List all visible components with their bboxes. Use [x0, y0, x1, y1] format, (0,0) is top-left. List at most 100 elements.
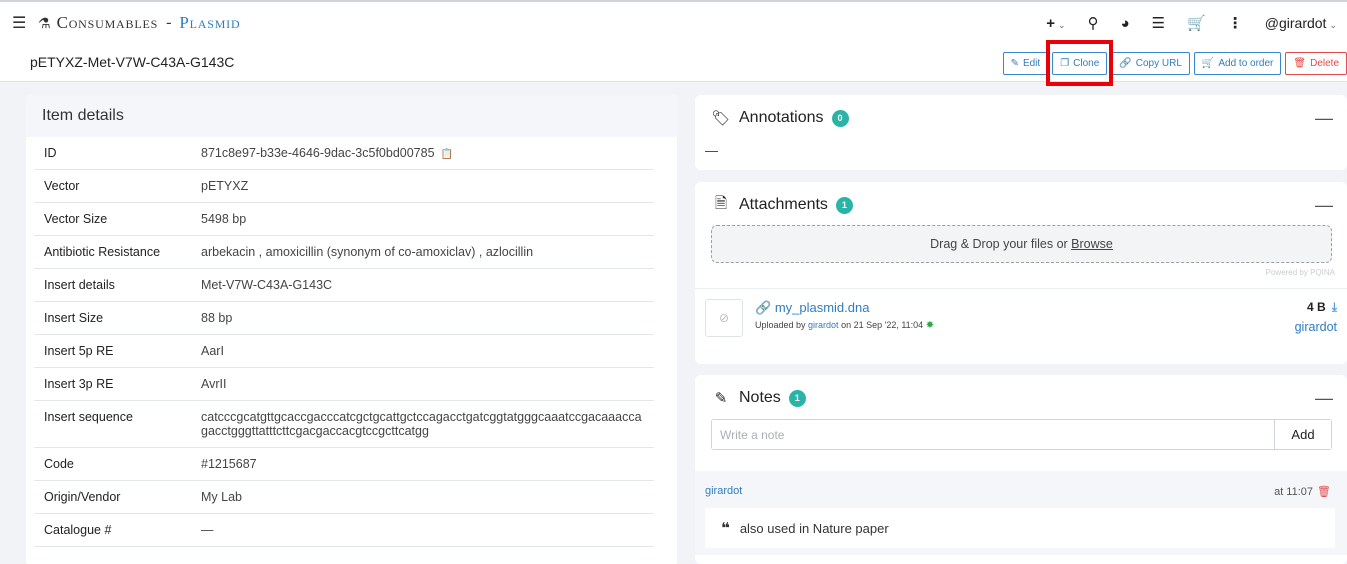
file-name: my_plasmid.dna: [774, 300, 870, 315]
trash-icon: 🗑: [1293, 58, 1307, 69]
status-dot-icon: ✸: [925, 320, 935, 331]
pie-chart-icon[interactable]: ◕: [1121, 15, 1130, 32]
details-label: Vector: [34, 169, 191, 203]
details-row: ID 871c8e97-b33e-4646-9dac-3c5f0bd00785 📋: [34, 137, 654, 170]
details-label: Insert 3p RE: [34, 367, 191, 401]
details-label: Antibiotic Resistance: [34, 235, 191, 269]
details-label: Vector Size: [34, 202, 191, 236]
note-body: ❝ also used in Nature paper: [705, 508, 1335, 548]
details-value-text: —: [201, 523, 214, 537]
details-label: Catalogue #: [34, 513, 191, 547]
cart-icon[interactable]: 🛒: [1187, 14, 1206, 32]
plus-icon: +: [1046, 14, 1056, 32]
cart-icon: 🛒: [1201, 58, 1215, 69]
attachments-panel: 🗎 Attachments 1 — Drag & Drop your files…: [695, 182, 1347, 364]
flask-icon: ⚗: [38, 14, 51, 31]
delete-label: Delete: [1310, 58, 1339, 69]
quote-icon: ❝: [721, 520, 730, 537]
hamburger-icon[interactable]: ☰: [12, 13, 28, 33]
file-icon: 🗎: [714, 194, 728, 212]
link-icon: 🔗: [1119, 58, 1132, 69]
details-value: pETYXZ: [191, 169, 654, 203]
add-to-order-label: Add to order: [1218, 58, 1274, 69]
details-value: arbekacin , amoxicillin (synonym of co-a…: [191, 235, 654, 269]
attachment-item: ⊘ 🔗 my_plasmid.dna Uploaded by girardot …: [695, 288, 1347, 348]
note-time: at 11:07 🗑: [1274, 485, 1331, 498]
link-icon: 🔗: [755, 300, 775, 315]
notes-title: Notes: [739, 389, 781, 406]
file-link[interactable]: 🔗 my_plasmid.dna: [755, 300, 869, 316]
annotations-title: Annotations: [739, 109, 824, 126]
attachments-count-badge: 1: [835, 196, 853, 214]
details-value: 88 bp: [191, 301, 654, 335]
edit-label: Edit: [1022, 58, 1041, 69]
username: @girardot: [1264, 15, 1327, 31]
notes-header: ✎ Notes 1 —: [695, 375, 1347, 421]
browse-link[interactable]: Browse: [1071, 237, 1113, 251]
chevron-down-icon: ⌄: [1329, 20, 1337, 30]
details-value: catcccgcatgttgcaccgacccatcgctgcattgctcca…: [191, 400, 654, 448]
clipboard-icon[interactable]: 📋: [441, 149, 453, 160]
page-title: pETYXZ-Met-V7W-C43A-G143C: [30, 54, 235, 70]
details-value-text: arbekacin , amoxicillin (synonym of co-a…: [201, 245, 534, 259]
item-header: pETYXZ-Met-V7W-C43A-G143C ✎ Edit ❐ Clone 🔗…: [0, 44, 1347, 82]
details-label: Insert details: [34, 268, 191, 302]
uploader-link[interactable]: girardot: [808, 320, 839, 330]
trash-icon[interactable]: 🗑: [1317, 486, 1331, 498]
add-note-button[interactable]: Add: [1274, 420, 1331, 449]
more-options-icon[interactable]: ⋮: [1228, 14, 1243, 32]
top-navbar: ☰ ⚗ Consumables - Plasmid + ⌄ ⚲ ◕ ☰ 🛒 ⋮ @…: [0, 0, 1347, 44]
details-row: Vector Size 5498 bp: [34, 202, 654, 236]
details-value: AarI: [191, 334, 654, 368]
details-table: ID 871c8e97-b33e-4646-9dac-3c5f0bd00785 📋 V…: [34, 137, 654, 547]
details-value-text: My Lab: [201, 490, 242, 504]
details-value: AvrII: [191, 367, 654, 401]
annotations-count-badge: 0: [831, 109, 849, 127]
details-label: Origin/Vendor: [34, 480, 191, 514]
edit-button[interactable]: ✎ Edit: [1002, 52, 1049, 75]
details-value-text: #1215687: [201, 457, 257, 471]
add-to-order-button[interactable]: 🛒 Add to order: [1193, 52, 1282, 75]
uploaded-date: on 21 Sep '22, 11:04: [838, 320, 924, 330]
add-menu[interactable]: + ⌄: [1046, 15, 1065, 32]
annotations-empty: —: [705, 143, 718, 158]
file-size: 4 B ⤓: [1307, 300, 1337, 315]
navbar-actions: + ⌄ ⚲ ◕ ☰ 🛒 ⋮ @girardot ⌄: [1046, 2, 1337, 44]
details-row: Insert details Met-V7W-C43A-G143C: [34, 268, 654, 302]
details-row: Insert Size 88 bp: [34, 301, 654, 335]
collapse-button[interactable]: —: [1315, 388, 1333, 409]
details-value: My Lab: [191, 480, 654, 514]
details-row: Insert sequence catcccgcatgttgcaccgacccat…: [34, 400, 654, 448]
note-author-link[interactable]: girardot: [705, 485, 742, 497]
tags-icon: 🏷: [711, 110, 731, 127]
breadcrumb-separator: -: [166, 14, 172, 31]
subsection-link[interactable]: Plasmid: [179, 13, 240, 33]
checklist-icon[interactable]: ☰: [1152, 14, 1165, 32]
details-value-text: AvrII: [201, 377, 227, 391]
details-label: ID: [34, 137, 191, 170]
copy-url-label: Copy URL: [1135, 58, 1182, 69]
notes-count-badge: 1: [788, 389, 806, 407]
details-label: Insert 5p RE: [34, 334, 191, 368]
hidden-preview-icon[interactable]: ⊘: [705, 299, 743, 337]
annotations-header: 🏷 Annotations 0 —: [695, 95, 1347, 141]
details-value: #1215687: [191, 447, 654, 481]
note-input[interactable]: [712, 420, 1272, 449]
user-menu[interactable]: @girardot ⌄: [1265, 15, 1337, 31]
search-icon[interactable]: ⚲: [1088, 14, 1099, 32]
details-value-text: 5498 bp: [201, 212, 247, 226]
annotations-panel: 🏷 Annotations 0 — —: [695, 95, 1347, 170]
collapse-button[interactable]: —: [1315, 195, 1333, 216]
details-value-text: 871c8e97-b33e-4646-9dac-3c5f0bd00785: [201, 146, 435, 160]
file-dropzone[interactable]: Drag & Drop your files or Browse: [711, 225, 1332, 263]
details-label: Insert Size: [34, 301, 191, 335]
copy-url-button[interactable]: 🔗 Copy URL: [1111, 52, 1190, 75]
delete-button[interactable]: 🗑 Delete: [1285, 52, 1347, 75]
details-row: Catalogue # —: [34, 513, 654, 547]
file-owner-link[interactable]: girardot: [1295, 320, 1337, 334]
collapse-button[interactable]: —: [1315, 108, 1333, 129]
details-row: Insert 5p RE AarI: [34, 334, 654, 368]
section-title[interactable]: Consumables: [57, 13, 159, 33]
download-icon[interactable]: ⤓: [1332, 300, 1337, 314]
dropzone-text: Drag & Drop your files or: [930, 237, 1072, 251]
